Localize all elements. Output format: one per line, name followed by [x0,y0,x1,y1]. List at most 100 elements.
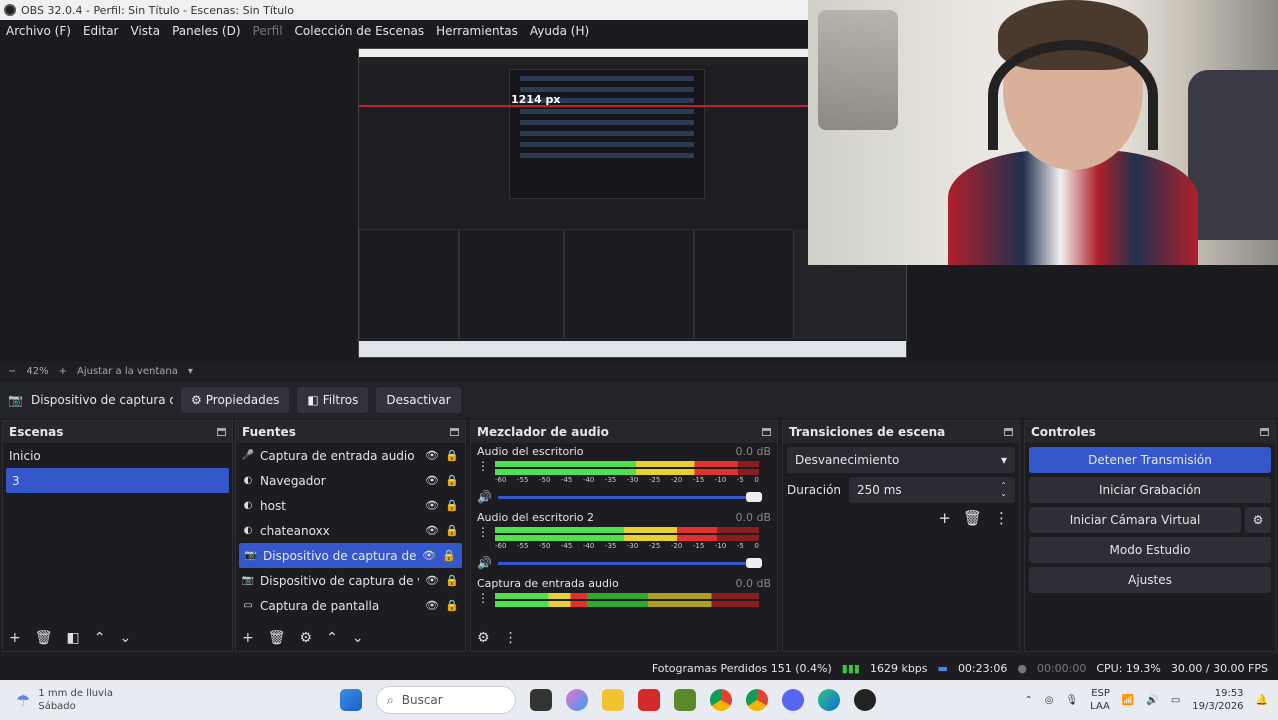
chrome-profile-icon[interactable] [746,689,768,711]
kebab-menu-icon[interactable]: ⋮ [477,525,489,539]
clock[interactable]: 19:53 19/3/2026 [1192,687,1243,713]
meter-tick-label: -45 [560,476,573,484]
volume-slider[interactable] [497,557,762,568]
kebab-menu-icon[interactable]: ⋮ [504,630,518,646]
chevron-up-icon[interactable]: ⌃ [326,630,338,646]
minecraft-icon[interactable] [674,689,696,711]
eye-icon[interactable]: 👁 [425,449,439,462]
eye-icon[interactable]: 👁 [425,599,439,612]
menu-perfil[interactable]: Perfil [253,24,283,38]
eye-icon[interactable]: 👁 [425,499,439,512]
discord-icon[interactable] [782,689,804,711]
chevron-up-icon[interactable]: ⌃ [1024,695,1032,706]
microphone-icon[interactable]: 🎙 [1065,695,1078,706]
eye-icon[interactable]: 👁 [422,549,436,562]
webcam-feed[interactable] [808,0,1278,265]
lock-icon[interactable]: 🔒 [445,524,459,537]
menu-editar[interactable]: Editar [83,24,119,38]
zoom-out-button[interactable]: − [8,366,16,377]
volume-knob[interactable] [745,557,762,568]
taskview-icon[interactable] [530,689,552,711]
trash-icon[interactable]: 🗑 [268,630,286,646]
language-indicator[interactable]: ESP LAA [1090,687,1110,713]
wifi-icon[interactable]: 📶 [1122,695,1134,706]
battery-icon[interactable]: ▭ [1171,695,1180,706]
kebab-menu-icon[interactable]: ⋮ [477,459,489,473]
studio-mode-button[interactable]: Modo Estudio [1029,537,1271,563]
speaker-icon[interactable]: 🔊 [477,556,492,570]
trash-icon[interactable]: 🗑 [35,630,53,646]
stop-stream-button[interactable]: Detener Transmisión [1029,447,1271,473]
spin-arrows-icon[interactable]: ⌃ ⌄ [1000,482,1007,498]
lock-icon[interactable]: 🔒 [445,599,459,612]
eye-icon[interactable]: 👁 [425,574,439,587]
menu-vista[interactable]: Vista [130,24,160,38]
source-item-selected[interactable]: 📷 Dispositivo de captura de vídeo 👁 🔒 [239,543,462,568]
start-virtual-camera-button[interactable]: Iniciar Cámara Virtual [1029,507,1241,533]
volume-slider[interactable] [497,491,762,502]
volume-icon[interactable]: 🔊 [1146,695,1158,706]
speaker-icon[interactable]: 🔊 [477,490,492,504]
chevron-up-icon[interactable]: ⌃ [94,630,106,646]
source-item[interactable]: ◐ chateanoxx 👁 🔒 [236,518,465,543]
obs-taskbar-icon[interactable] [854,689,876,711]
menu-ayuda[interactable]: Ayuda (H) [530,24,589,38]
filter-icon[interactable]: ◧ [67,630,80,646]
lock-icon[interactable]: 🔒 [445,574,459,587]
scene-item-3[interactable]: 3 [6,468,229,493]
chrome-icon[interactable] [710,689,732,711]
menu-paneles[interactable]: Paneles (D) [172,24,240,38]
source-item[interactable]: 📷 Dispositivo de captura de vídeo 👁 🔒 [236,568,465,593]
weather-widget[interactable]: ☂ 1 mm de lluvia Sábado [0,687,340,713]
source-item[interactable]: 🎤 Captura de entrada audio 👁 🔒 [236,443,465,468]
undock-icon[interactable] [450,428,459,436]
chevron-down-icon[interactable]: ⌄ [119,630,131,646]
undock-icon[interactable] [1260,428,1269,436]
chevron-down-icon[interactable]: ▾ [188,366,193,377]
source-item[interactable]: ◐ host 👁 🔒 [236,493,465,518]
undock-icon[interactable] [1004,428,1013,436]
eye-icon[interactable]: 👁 [425,474,439,487]
lock-icon[interactable]: 🔒 [445,449,459,462]
filters-button[interactable]: ◧ Filtros [297,387,369,413]
undock-icon[interactable] [762,428,771,436]
windows-start-icon[interactable] [340,689,362,711]
gear-icon[interactable]: ⚙ [1245,507,1271,533]
menu-herramientas[interactable]: Herramientas [436,24,518,38]
add-icon[interactable]: + [9,630,21,646]
start-recording-button[interactable]: Iniciar Grabación [1029,477,1271,503]
file-explorer-icon[interactable] [602,689,624,711]
lock-icon[interactable]: 🔒 [445,499,459,512]
settings-button[interactable]: Ajustes [1029,567,1271,593]
gear-icon[interactable]: ⚙ [300,630,313,646]
app-red-icon[interactable] [638,689,660,711]
source-item[interactable]: ▭ Captura de pantalla 👁 🔒 [236,593,465,618]
menu-coleccion-escenas[interactable]: Colección de Escenas [295,24,425,38]
zoom-in-button[interactable]: + [59,366,67,377]
copilot-icon[interactable] [566,689,588,711]
notification-icon[interactable]: 🔔 [1256,695,1268,706]
volume-knob[interactable] [745,491,762,502]
undock-icon[interactable] [217,428,226,436]
duration-input[interactable]: 250 ms ⌃ ⌄ [849,477,1015,503]
properties-button[interactable]: ⚙ Propiedades [181,387,290,413]
kebab-menu-icon[interactable]: ⋮ [994,509,1009,527]
kebab-menu-icon[interactable]: ⋮ [477,591,489,605]
taskbar-search[interactable]: ⌕ Buscar [376,686,516,714]
gear-icon[interactable]: ⚙ [477,630,490,646]
edge-icon[interactable] [818,689,840,711]
lock-icon[interactable]: 🔒 [442,549,456,562]
add-icon[interactable]: + [242,630,254,646]
fit-window-button[interactable]: Ajustar a la ventana [77,366,178,377]
tray-app-icon[interactable]: ◎ [1045,695,1054,706]
menu-archivo[interactable]: Archivo (F) [6,24,71,38]
transition-select[interactable]: Desvanecimiento ▾ [787,447,1015,473]
lock-icon[interactable]: 🔒 [445,474,459,487]
add-icon[interactable]: + [938,509,951,527]
chevron-down-icon[interactable]: ⌄ [352,630,364,646]
deactivate-button[interactable]: Desactivar [376,387,461,413]
scene-item-inicio[interactable]: Inicio [3,443,232,468]
trash-icon[interactable]: 🗑 [963,509,982,527]
eye-icon[interactable]: 👁 [425,524,439,537]
source-item[interactable]: ◐ Navegador 👁 🔒 [236,468,465,493]
